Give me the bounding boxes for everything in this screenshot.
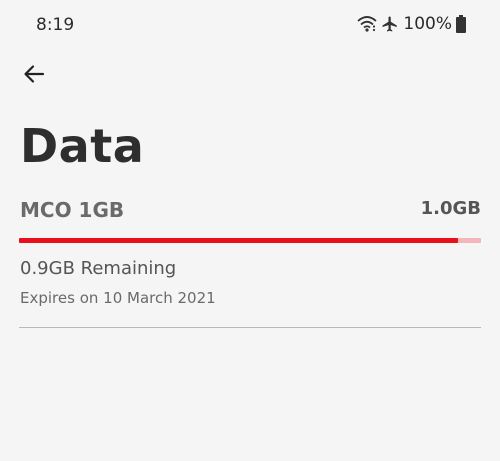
data-usage-screen: 8:19 100% Data MCO 1GB 1.0GB 0.9GB Remai… [0, 0, 500, 461]
status-time: 8:19 [36, 15, 75, 35]
back-arrow-icon [23, 63, 45, 89]
usage-progress-fill [19, 238, 458, 243]
battery-icon [456, 15, 466, 33]
status-bar: 8:19 100% [0, 0, 500, 50]
expiry-text: Expires on 10 March 2021 [20, 289, 216, 307]
wifi-icon [357, 15, 377, 33]
plan-name: MCO 1GB [20, 198, 125, 222]
plan-row: MCO 1GB 1.0GB [20, 198, 481, 226]
remaining-text: 0.9GB Remaining [20, 258, 177, 279]
divider [19, 327, 481, 328]
page-title: Data [20, 119, 145, 173]
back-button[interactable] [20, 62, 48, 90]
usage-progress-bar [19, 238, 481, 243]
battery-percent: 100% [403, 14, 452, 34]
airplane-mode-icon [381, 15, 399, 33]
status-icons: 100% [357, 14, 466, 34]
plan-total: 1.0GB [420, 198, 481, 219]
